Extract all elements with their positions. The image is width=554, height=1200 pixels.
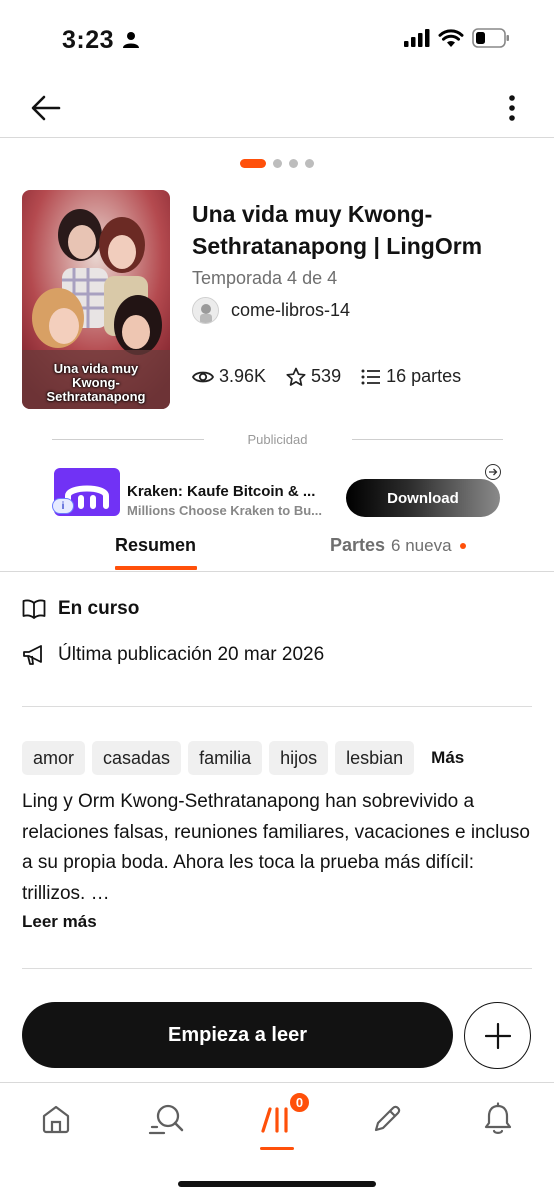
person-icon — [123, 32, 139, 48]
battery-icon — [472, 28, 509, 48]
book-stats: 3.96K 539 16 partes — [192, 366, 461, 387]
eye-icon — [192, 371, 214, 382]
nav-active-indicator — [260, 1147, 294, 1150]
status-bar: 3:23 — [0, 0, 554, 80]
bottom-nav: 0 — [0, 1082, 554, 1200]
divider — [22, 968, 532, 969]
author-link[interactable]: come-libros-14 — [192, 297, 350, 324]
ad-title: Kraken: Kaufe Bitcoin & ... — [127, 483, 316, 500]
tag-chip[interactable]: lesbian — [335, 741, 415, 775]
ad-label: Publicidad — [247, 432, 308, 447]
new-indicator-dot — [459, 542, 466, 549]
status-text: En curso — [58, 598, 140, 619]
divider — [52, 439, 204, 440]
avatar — [192, 297, 219, 324]
adchoices-icon[interactable] — [485, 464, 501, 480]
carousel-dot-active[interactable] — [240, 159, 266, 168]
arrow-left-icon — [31, 95, 61, 121]
vertical-dots-icon — [509, 95, 515, 121]
carousel-dot[interactable] — [289, 159, 298, 168]
season-label: Temporada 4 de 4 — [192, 268, 338, 288]
home-icon — [42, 1105, 70, 1134]
divider — [351, 439, 503, 440]
book-open-icon — [22, 599, 46, 619]
ad-subtitle: Millions Choose Kraken to Bu... — [127, 503, 323, 518]
star-icon — [286, 367, 306, 386]
add-to-library-button[interactable] — [464, 1002, 531, 1069]
tab-parts-label: Partes — [330, 535, 386, 555]
list-icon — [361, 369, 381, 384]
tag-chip[interactable]: hijos — [269, 741, 329, 775]
start-reading-button[interactable]: Empieza a leer — [22, 1002, 453, 1068]
ad-label-row: Publicidad — [52, 432, 503, 447]
signal-icon — [404, 29, 430, 47]
author-name: come-libros-14 — [231, 300, 351, 320]
megaphone-icon — [23, 645, 42, 665]
reads-count: 3.96K — [219, 366, 267, 386]
more-options-button[interactable] — [494, 90, 530, 126]
read-more-link[interactable]: Leer más — [22, 912, 97, 932]
votes-stat: 539 — [286, 366, 341, 387]
tag-list: amor casadas familia hijos lesbian Más — [22, 741, 474, 775]
tab-active-indicator — [115, 566, 197, 570]
tab-parts[interactable]: Partes 6 nueva — [330, 535, 466, 556]
nav-write[interactable] — [367, 1099, 407, 1139]
parts-count: 16 partes — [386, 366, 462, 386]
tab-summary[interactable]: Resumen — [115, 535, 196, 556]
info-icon[interactable]: i — [52, 498, 74, 514]
nav-notifications[interactable] — [478, 1099, 518, 1139]
write-icon — [374, 1105, 401, 1132]
tag-chip[interactable]: amor — [22, 741, 86, 775]
tag-chip[interactable]: familia — [188, 741, 263, 775]
completion-status: En curso — [22, 598, 139, 620]
cover-title: Una vida muy Kwong-Sethratanapong — [46, 361, 146, 404]
ad-download-button[interactable]: Download — [346, 479, 500, 517]
reads-stat: 3.96K — [192, 366, 266, 387]
parts-stat: 16 partes — [361, 366, 461, 387]
carousel-dot[interactable] — [273, 159, 282, 168]
book-title: Una vida muy Kwong-Sethratanapong | Ling… — [192, 201, 483, 259]
tab-bar: Resumen Partes 6 nueva — [0, 522, 554, 572]
story-description: Ling y Orm Kwong-Sethratanapong han sobr… — [22, 791, 530, 904]
last-update: Última publicación 20 mar 2026 — [22, 644, 324, 666]
carousel-indicator — [0, 159, 554, 168]
tag-chip[interactable]: casadas — [92, 741, 182, 775]
wifi-icon — [438, 28, 464, 47]
top-nav — [0, 80, 554, 138]
status-icons — [404, 28, 510, 48]
plus-icon — [484, 1022, 511, 1049]
nav-home[interactable] — [36, 1099, 76, 1139]
last-update-text: Última publicación 20 mar 2026 — [58, 644, 325, 665]
more-tags-button[interactable]: Más — [421, 748, 474, 768]
home-indicator — [178, 1181, 376, 1187]
notifications-icon — [484, 1102, 512, 1134]
library-badge: 0 — [288, 1091, 311, 1114]
divider — [22, 706, 532, 707]
status-time: 3:23 — [62, 26, 115, 54]
votes-count: 539 — [311, 366, 342, 386]
back-button[interactable] — [28, 90, 64, 126]
search-icon — [148, 1104, 184, 1135]
carousel-dot[interactable] — [305, 159, 314, 168]
nav-search[interactable] — [146, 1099, 186, 1139]
ad-banner[interactable]: i Kraken: Kaufe Bitcoin & ... Millions C… — [52, 462, 503, 518]
new-parts-count: 6 nueva — [391, 535, 452, 555]
book-cover[interactable]: Una vida muy Kwong-Sethratanapong — [22, 190, 170, 409]
